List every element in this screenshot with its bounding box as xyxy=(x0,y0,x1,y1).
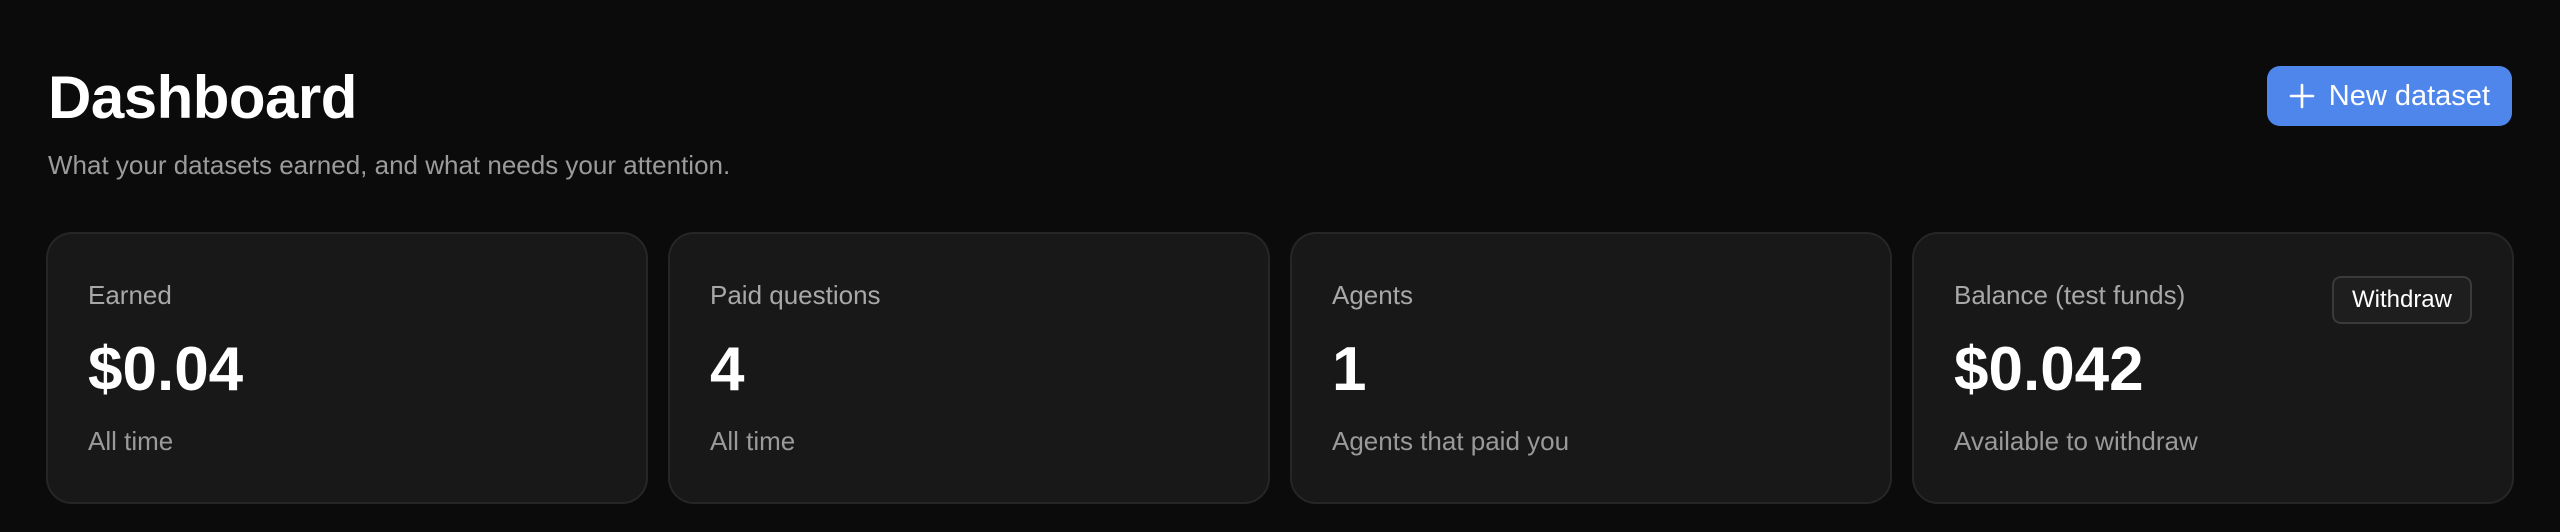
new-dataset-button[interactable]: New dataset xyxy=(2266,66,2512,126)
new-dataset-label: New dataset xyxy=(2328,79,2490,112)
card-note: Agents that paid you xyxy=(1332,426,1570,456)
stat-card-paid-questions: Paid questions 4 All time xyxy=(668,232,1270,504)
page-header: Dashboard What your datasets earned, and… xyxy=(48,0,2514,232)
card-label: Earned xyxy=(88,280,172,310)
card-note: Available to withdraw xyxy=(1954,426,2198,456)
card-value: 1 xyxy=(1332,335,1367,404)
card-label: Balance (test funds) xyxy=(1954,280,2186,310)
page-subtitle: What your datasets earned, and what need… xyxy=(48,150,731,180)
plus-icon xyxy=(2289,83,2315,109)
dashboard-page: Dashboard What your datasets earned, and… xyxy=(0,0,2560,532)
card-note: All time xyxy=(88,426,174,456)
card-label: Paid questions xyxy=(710,280,881,310)
card-note: All time xyxy=(710,426,796,456)
stats-cards: Earned $0.04 All time Paid questions 4 A… xyxy=(46,232,2514,504)
card-value: $0.042 xyxy=(1954,335,2144,404)
withdraw-button[interactable]: Withdraw xyxy=(2331,276,2472,324)
stat-card-balance: Balance (test funds) Withdraw $0.042 Ava… xyxy=(1912,232,2514,504)
stat-card-earned: Earned $0.04 All time xyxy=(46,232,648,504)
stat-card-agents: Agents 1 Agents that paid you xyxy=(1290,232,1892,504)
card-label: Agents xyxy=(1332,280,1413,310)
card-value: $0.04 xyxy=(88,335,244,404)
page-title: Dashboard xyxy=(48,64,357,131)
card-value: 4 xyxy=(710,335,745,404)
